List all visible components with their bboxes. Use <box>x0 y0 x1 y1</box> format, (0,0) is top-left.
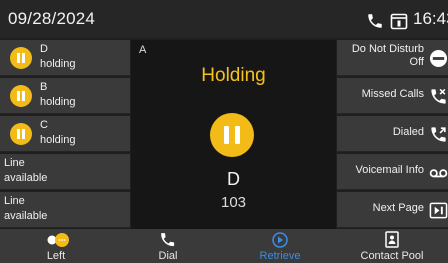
account-label: A <box>139 44 147 56</box>
function-keys-right: Do Not Disturb Off Missed Calls Dialed Vo… <box>337 40 448 229</box>
hold-icon <box>10 47 32 69</box>
line-key-available-2[interactable]: Line available <box>0 192 130 228</box>
calendar-icon <box>390 13 408 30</box>
call-state: Holding <box>201 65 266 86</box>
line-key-label: B <box>40 81 48 93</box>
missed-calls-key[interactable]: Missed Calls <box>337 78 448 114</box>
clock: 16:43 <box>413 9 448 28</box>
dnd-key[interactable]: Do Not Disturb Off <box>337 40 448 76</box>
date-label: 09/28/2024 <box>8 9 96 28</box>
hold-icon <box>10 85 32 107</box>
line-key-label: Line <box>4 157 25 169</box>
line-key-status: available <box>4 210 48 222</box>
retrieve-icon <box>272 232 288 248</box>
dialed-label: Dialed <box>392 126 424 138</box>
hold-icon-large <box>210 113 254 157</box>
call-panel: A Holding D 103 <box>131 40 336 229</box>
softkey-label: Left <box>46 250 66 262</box>
next-page-key[interactable]: Next Page <box>337 192 448 228</box>
next-page-icon <box>429 202 448 219</box>
caller-name: D <box>227 169 240 189</box>
voicemail-label: Voicemail Info <box>355 164 424 176</box>
line-key-c[interactable]: C holding <box>0 116 130 152</box>
softkey-label: Retrieve <box>259 250 301 262</box>
line-keys-left: D holding B holding C holding Line avail… <box>0 40 130 229</box>
phone-status-icon <box>368 14 382 28</box>
line-key-label: Line <box>4 195 25 207</box>
line-key-b[interactable]: B holding <box>0 78 130 114</box>
line-key-label: D <box>40 43 48 55</box>
softkey-bar: Left Dial Retrieve Contact Pool <box>0 229 448 263</box>
dnd-state: Off <box>409 56 424 68</box>
missed-call-icon <box>431 88 446 104</box>
missed-calls-label: Missed Calls <box>361 88 424 100</box>
dnd-icon <box>429 49 448 68</box>
line-key-status: holding <box>40 96 76 108</box>
line-key-available-1[interactable]: Line available <box>0 154 130 190</box>
line-key-d[interactable]: D holding <box>0 40 130 76</box>
line-key-status: holding <box>40 58 76 70</box>
caller-number: 103 <box>220 194 247 211</box>
dnd-label: Do Not Disturb Off <box>351 43 424 68</box>
dialed-call-icon <box>431 127 446 142</box>
line-key-status: holding <box>40 134 76 146</box>
softkey-contact-pool[interactable]: Contact Pool <box>336 229 448 263</box>
next-page-label: Next Page <box>372 202 424 214</box>
hold-icon <box>10 123 32 145</box>
dialed-key[interactable]: Dialed <box>337 116 448 152</box>
voicemail-key[interactable]: Voicemail Info <box>337 154 448 190</box>
line-key-label: C <box>40 119 48 131</box>
softkey-label: Dial <box>158 250 178 262</box>
softkey-label: Contact Pool <box>360 250 424 262</box>
contact-icon <box>385 231 399 248</box>
softkey-retrieve[interactable]: Retrieve <box>224 229 336 263</box>
status-bar: 09/28/2024 16:43 <box>0 0 448 38</box>
swap-icon <box>47 233 69 247</box>
softkey-dial[interactable]: Dial <box>112 229 224 263</box>
softkey-left[interactable]: Left <box>0 229 112 263</box>
line-key-status: available <box>4 172 48 184</box>
voicemail-icon <box>429 169 448 178</box>
phone-icon <box>161 233 175 247</box>
